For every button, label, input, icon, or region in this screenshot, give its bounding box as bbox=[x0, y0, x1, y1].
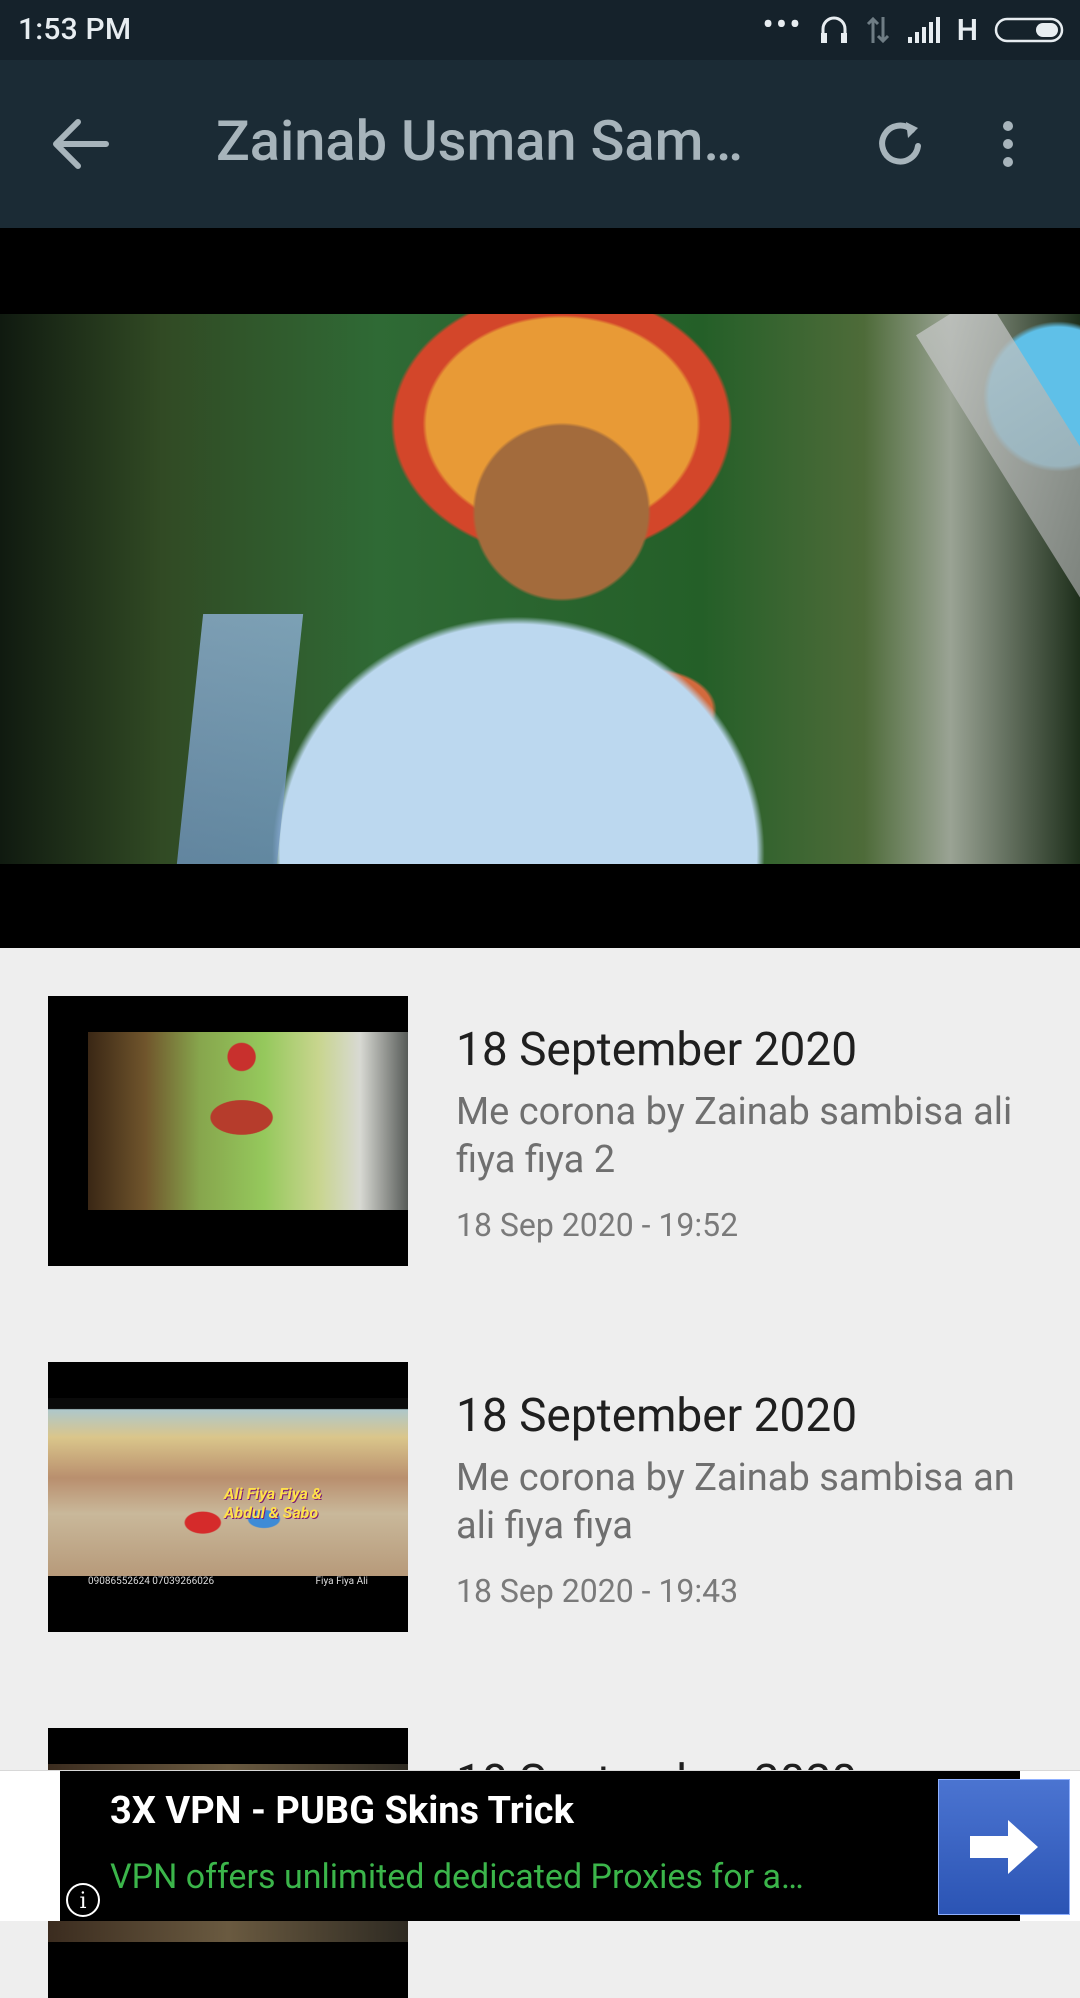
video-description: Me corona by Zainab sambisa an ali fiya … bbox=[456, 1456, 1015, 1548]
page-title: Zainab Usman Sam… bbox=[216, 108, 744, 174]
signal-strength-icon bbox=[907, 17, 940, 43]
status-bar: 1:53 PM ••• H bbox=[0, 0, 1080, 60]
thumbnail-handle-text: Fiya Fiya Ali bbox=[315, 1576, 368, 1587]
more-notifications-icon: ••• bbox=[762, 5, 803, 45]
featured-video-player[interactable] bbox=[0, 228, 1080, 948]
status-time: 1:53 PM bbox=[18, 12, 132, 47]
thumbnail-contact-band: 09086552624 07039266026 Fiya Fiya Ali bbox=[48, 1576, 408, 1598]
frame-decor-pole bbox=[916, 314, 1080, 811]
headphones-icon bbox=[820, 16, 847, 43]
network-type-label: H bbox=[956, 12, 978, 48]
video-date: 18 Sep 2020 - 19:43 bbox=[456, 1572, 739, 1610]
thumbnail-phone-text: 09086552624 07039266026 bbox=[88, 1576, 215, 1587]
ad-cta-button[interactable] bbox=[938, 1779, 1070, 1915]
video-description: Me corona by Zainab sambisa ali fiya fiy… bbox=[456, 1090, 1013, 1182]
ad-info-icon[interactable]: i bbox=[66, 1883, 100, 1917]
arrow-right-icon bbox=[970, 1820, 1038, 1874]
battery-icon bbox=[994, 17, 1064, 43]
featured-video-frame bbox=[0, 314, 1080, 864]
overflow-menu-icon[interactable] bbox=[998, 116, 1018, 172]
ad-container[interactable]: 3X VPN - PUBG Skins Trick VPN offers unl… bbox=[60, 1771, 1070, 1921]
ad-banner[interactable]: 3X VPN - PUBG Skins Trick VPN offers unl… bbox=[0, 1770, 1080, 1921]
list-item[interactable]: 18 September 2020 Me corona by Zainab sa… bbox=[48, 996, 1048, 1266]
video-thumbnail[interactable] bbox=[48, 996, 408, 1266]
thumbnail-image: Ali Fiya Fiya & Abdul & Sabo bbox=[48, 1398, 408, 1576]
back-arrow-icon[interactable] bbox=[50, 118, 110, 170]
thumbnail-image bbox=[88, 1032, 408, 1210]
frame-decor-panel bbox=[176, 614, 304, 864]
video-title: 18 September 2020 bbox=[456, 1023, 858, 1077]
thumbnail-banner-text: Ali Fiya Fiya & Abdul & Sabo bbox=[224, 1484, 322, 1522]
ad-title[interactable]: 3X VPN - PUBG Skins Trick bbox=[110, 1789, 830, 1833]
ad-description[interactable]: VPN offers unlimited dedicated Proxies f… bbox=[110, 1857, 900, 1897]
status-icons: ••• H bbox=[762, 5, 1066, 48]
list-item[interactable]: Ali Fiya Fiya & Abdul & Sabo 09086552624… bbox=[48, 1362, 1048, 1632]
video-thumbnail[interactable]: Ali Fiya Fiya & Abdul & Sabo 09086552624… bbox=[48, 1362, 408, 1632]
list-item-text: 18 September 2020 Me corona by Zainab sa… bbox=[456, 1388, 1056, 1610]
data-transfer-icon bbox=[866, 16, 889, 44]
app-toolbar: Zainab Usman Sam… bbox=[0, 60, 1080, 228]
video-title: 18 September 2020 bbox=[456, 1389, 858, 1443]
video-date: 18 Sep 2020 - 19:52 bbox=[456, 1206, 739, 1244]
refresh-icon[interactable] bbox=[872, 116, 928, 172]
list-item-text: 18 September 2020 Me corona by Zainab sa… bbox=[456, 1022, 1056, 1244]
